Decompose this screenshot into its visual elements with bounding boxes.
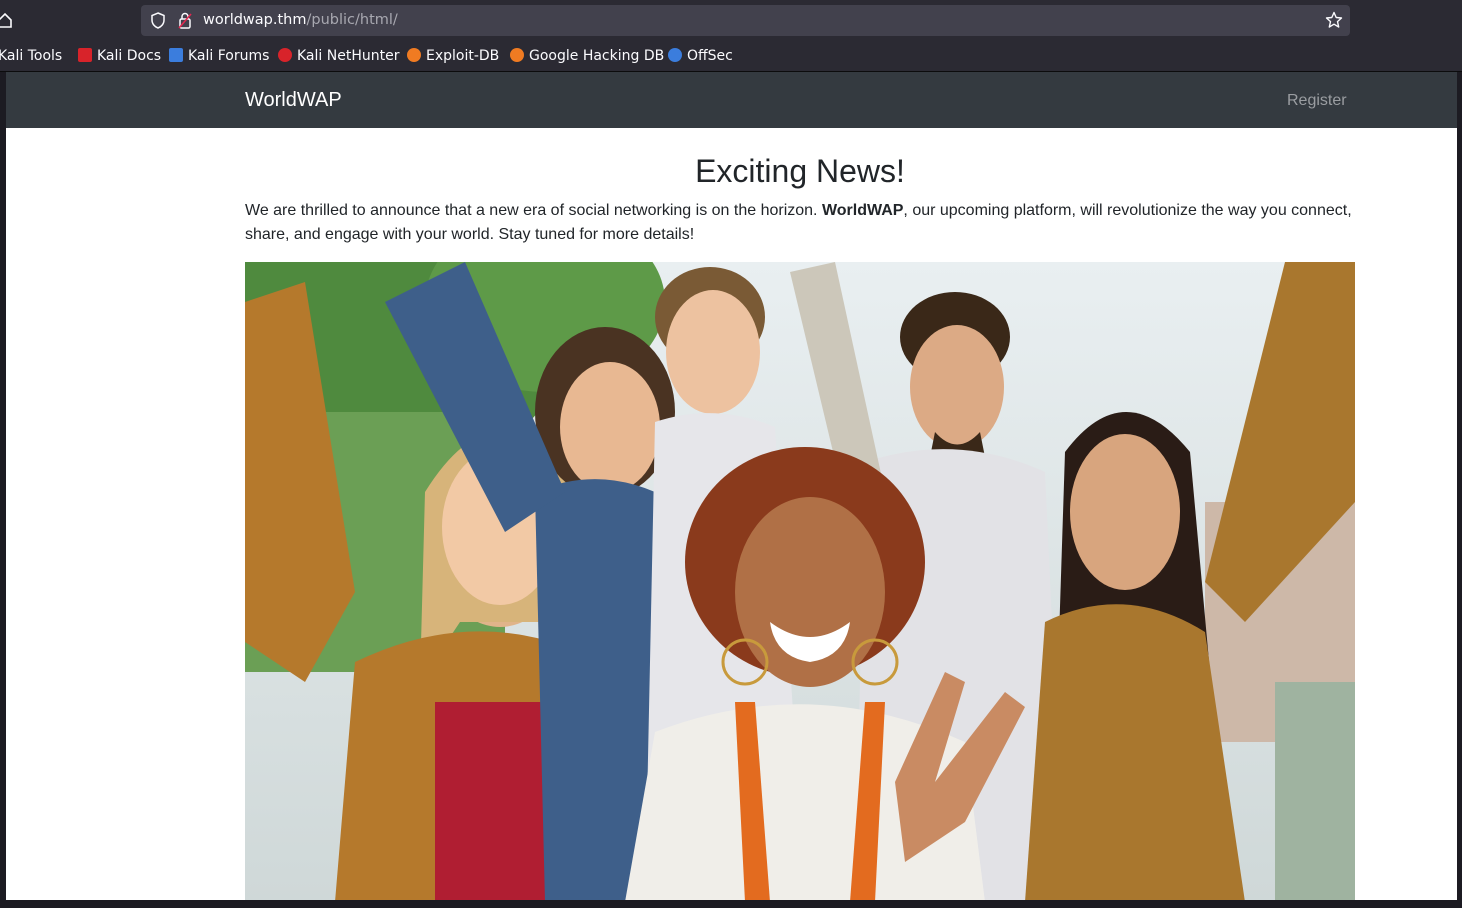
group-selfie-photo bbox=[245, 262, 1355, 900]
intro-text-start: We are thrilled to announce that a new e… bbox=[245, 202, 822, 219]
bookmark-label: OffSec bbox=[687, 48, 733, 64]
bookmark-offsec[interactable]: OffSec bbox=[668, 47, 733, 65]
window-bottom-edge bbox=[0, 900, 1462, 908]
bookmark-google-hacking-db[interactable]: Google Hacking DB bbox=[510, 47, 664, 65]
bookmark-kali-tools[interactable]: Kali Tools bbox=[0, 47, 62, 65]
bookmark-label: Kali Docs bbox=[97, 48, 162, 64]
bookmark-exploit-db[interactable]: Exploit-DB bbox=[407, 47, 499, 65]
bookmark-kali-docs[interactable]: Kali Docs bbox=[78, 47, 161, 65]
bookmark-label: Kali NetHunter bbox=[297, 48, 400, 64]
url-path: /public/html/ bbox=[306, 12, 398, 28]
bookmark-label: Kali Forums bbox=[188, 48, 270, 64]
intro-paragraph: We are thrilled to announce that a new e… bbox=[245, 199, 1357, 247]
navbar-brand[interactable]: WorldWAP bbox=[245, 88, 342, 112]
window-edge bbox=[1457, 72, 1462, 908]
intro-brand-bold: WorldWAP bbox=[821, 202, 904, 219]
bookmark-label: Google Hacking DB bbox=[529, 48, 665, 64]
hero-image bbox=[245, 262, 1355, 900]
exploit-db-icon bbox=[407, 48, 421, 62]
bookmark-label: Exploit-DB bbox=[426, 48, 500, 64]
bookmark-kali-nethunter[interactable]: Kali NetHunter bbox=[278, 47, 399, 65]
site-navbar: WorldWAP Register bbox=[6, 72, 1457, 128]
bookmarks-toolbar: Kali Tools Kali Docs Kali Forums Kali Ne… bbox=[0, 40, 1462, 72]
kali-nethunter-icon bbox=[278, 48, 292, 62]
url-host: worldwap.thm bbox=[203, 12, 307, 28]
page-title: Exciting News! bbox=[695, 153, 905, 189]
bookmark-kali-forums[interactable]: Kali Forums bbox=[169, 47, 269, 65]
tracking-protection-shield-icon[interactable] bbox=[150, 12, 166, 29]
kali-forums-icon bbox=[169, 48, 183, 62]
kali-docs-icon bbox=[78, 48, 92, 62]
url-bar[interactable]: worldwap.thm/public/html/ bbox=[141, 5, 1350, 36]
register-link[interactable]: Register bbox=[1287, 91, 1347, 111]
page-viewport: WorldWAP Register Exciting News! We are … bbox=[6, 72, 1457, 900]
url-text[interactable]: worldwap.thm/public/html/ bbox=[203, 11, 398, 30]
bookmark-label: Kali Tools bbox=[0, 48, 63, 64]
browser-toolbar: worldwap.thm/public/html/ bbox=[0, 0, 1462, 40]
bookmark-star-icon[interactable] bbox=[1325, 11, 1343, 29]
google-hacking-db-icon bbox=[510, 48, 524, 62]
offsec-icon bbox=[668, 48, 682, 62]
home-icon[interactable] bbox=[0, 12, 12, 28]
insecure-lock-icon[interactable] bbox=[178, 12, 192, 29]
